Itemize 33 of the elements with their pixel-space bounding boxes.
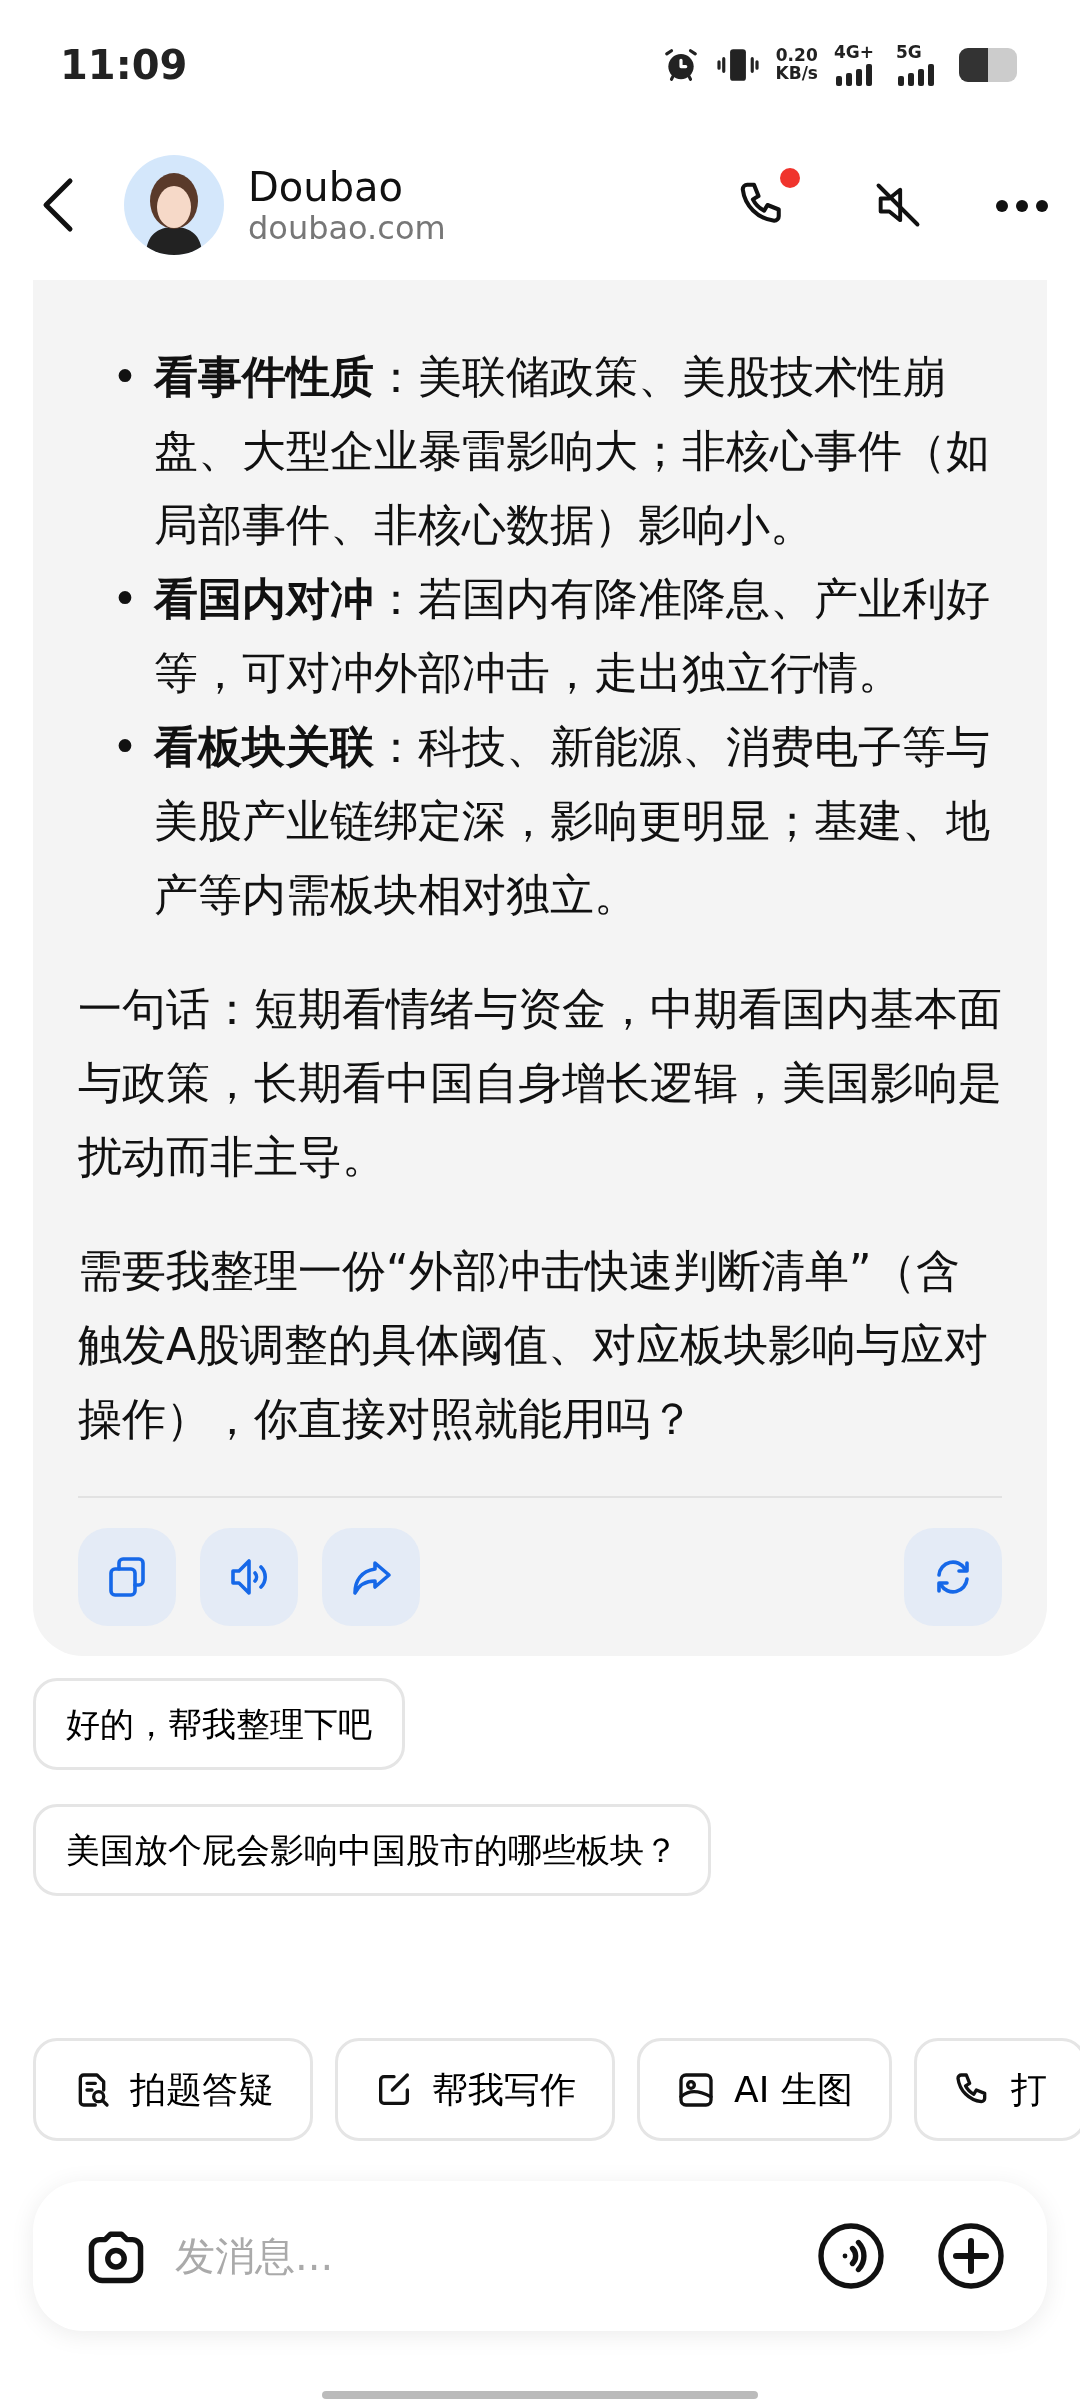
battery-icon (958, 46, 1020, 84)
bullet-text: 看板块关联：科技、新能源、消费电子等与美股产业链绑定深，影响更明显；基建、地产等内需板块相对独立。 (154, 720, 991, 922)
message-input[interactable]: 发消息... (173, 2225, 815, 2287)
chat-subtitle: doubao.com (248, 209, 446, 247)
network-speed-unit: KB/s (775, 65, 818, 83)
bullet-marker: • (112, 720, 139, 774)
voice-button[interactable] (815, 2220, 887, 2292)
copy-button[interactable] (78, 1528, 176, 1626)
share-button[interactable] (322, 1528, 420, 1626)
tool-chip[interactable]: 帮我写作 (335, 2038, 615, 2141)
message-text: 需要我整理一份“外部冲击快速判断清单”（含触发A股调整的具体阈值、对应板块影响与应对操作），你直接对照就能用吗？ (78, 1244, 990, 1446)
bullet-text: 看国内对冲：若国内有降准降息、产业利好等，可对冲外部冲击，走出独立行情。 (154, 572, 991, 700)
tool-chip[interactable]: 打 (913, 2038, 1080, 2141)
tool-chip[interactable]: 拍题答疑 (33, 2038, 313, 2141)
bullet-marker: • (112, 572, 139, 626)
read-aloud-button[interactable] (200, 1528, 298, 1626)
voice-wave-icon (815, 2220, 887, 2292)
suggestion-chip[interactable]: 美国放个屁会影响中国股市的哪些板块？ (33, 1804, 711, 1896)
more-icon (994, 197, 1050, 214)
bullet-text: 看事件性质：美联储政策、美股技术性崩盘、大型企业暴雷影响大；非核心事件（如局部事件、非核心数据）影响小。 (154, 350, 991, 552)
network-type: 5G (896, 44, 922, 62)
bullet-marker: • (112, 350, 139, 404)
vibrate-icon (715, 46, 760, 84)
network-type: 4G+ (834, 44, 875, 62)
plus-icon (935, 2220, 1007, 2292)
regenerate-button[interactable] (904, 1528, 1002, 1626)
add-button[interactable] (935, 2220, 1007, 2292)
tool-chip[interactable]: AI 生图 (637, 2038, 892, 2141)
suggestion-chip[interactable]: 好的，帮我整理下吧 (33, 1678, 405, 1770)
network-speed: 0.20 (775, 47, 818, 65)
message-text: 一句话：短期看情绪与资金，中期看国内基本面与政策，长期看中国自身增长逻辑，美国影响是扰动而非主导。 (78, 982, 1002, 1184)
chat-title: Doubao (248, 163, 404, 210)
clock-time: 11:09 (60, 41, 188, 90)
